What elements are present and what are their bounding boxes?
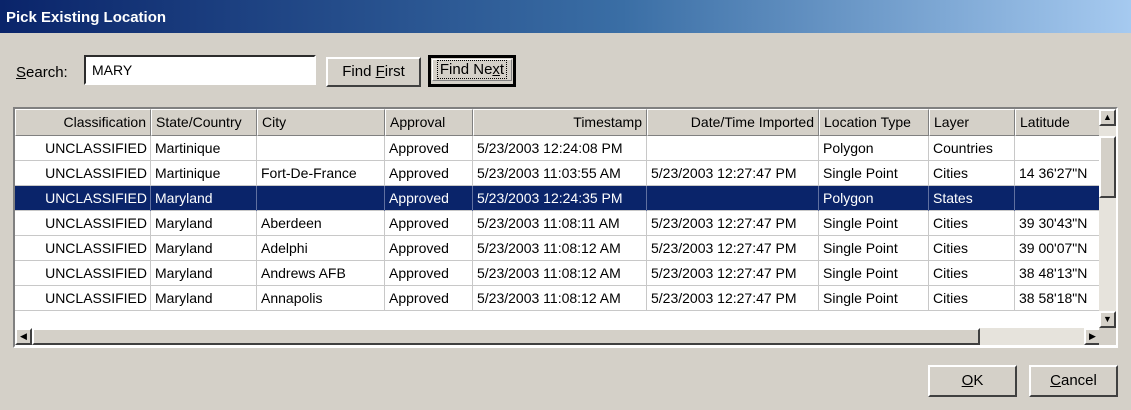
cell-latitude: 39 00'07"N xyxy=(1015,236,1101,261)
table-row[interactable]: UNCLASSIFIED Maryland Annapolis Approved 5/2… xyxy=(15,286,1101,311)
scrollbar-corner xyxy=(1099,328,1116,345)
cell-state-country: Martinique xyxy=(151,161,257,186)
cell-city: Andrews AFB xyxy=(257,261,385,286)
cell-classification: UNCLASSIFIED xyxy=(15,186,151,211)
column-header-approval[interactable]: Approval xyxy=(385,109,473,136)
cell-layer: Cities xyxy=(929,236,1015,261)
cell-city: Aberdeen xyxy=(257,211,385,236)
cell-approval: Approved xyxy=(385,186,473,211)
cell-location-type: Single Point xyxy=(819,236,929,261)
cancel-button[interactable]: Cancel xyxy=(1029,365,1118,397)
cell-state-country: Maryland xyxy=(151,261,257,286)
cell-classification: UNCLASSIFIED xyxy=(15,261,151,286)
cell-location-type: Single Point xyxy=(819,211,929,236)
cell-city: Adelphi xyxy=(257,236,385,261)
cell-layer: States xyxy=(929,186,1015,211)
cell-timestamp: 5/23/2003 11:08:12 AM xyxy=(473,286,647,311)
cell-state-country: Maryland xyxy=(151,186,257,211)
cell-city: Annapolis xyxy=(257,286,385,311)
table-row[interactable]: UNCLASSIFIED Maryland Aberdeen Approved 5/23… xyxy=(15,211,1101,236)
cell-state-country: Maryland xyxy=(151,236,257,261)
cell-layer: Cities xyxy=(929,161,1015,186)
column-header-classification[interactable]: Classification xyxy=(15,109,151,136)
cell-location-type: Single Point xyxy=(819,261,929,286)
cell-timestamp: 5/23/2003 11:08:12 AM xyxy=(473,236,647,261)
cell-timestamp: 5/23/2003 12:24:35 PM xyxy=(473,186,647,211)
vertical-scrollbar[interactable]: ▲ ▼ xyxy=(1099,109,1116,328)
cell-state-country: Martinique xyxy=(151,136,257,161)
scroll-left-icon[interactable]: ◀ xyxy=(15,328,32,345)
cell-date-imported: 5/23/2003 12:27:47 PM xyxy=(647,211,819,236)
cell-location-type: Single Point xyxy=(819,161,929,186)
find-first-button[interactable]: Find First xyxy=(326,57,421,87)
column-header-location-type[interactable]: Location Type xyxy=(819,109,929,136)
column-header-date-imported[interactable]: Date/Time Imported xyxy=(647,109,819,136)
cell-approval: Approved xyxy=(385,286,473,311)
cell-date-imported xyxy=(647,136,819,161)
scroll-up-icon[interactable]: ▲ xyxy=(1099,109,1116,126)
column-header-city[interactable]: City xyxy=(257,109,385,136)
cell-classification: UNCLASSIFIED xyxy=(15,236,151,261)
column-header-state-country[interactable]: State/Country xyxy=(151,109,257,136)
cell-approval: Approved xyxy=(385,211,473,236)
cell-location-type: Single Point xyxy=(819,286,929,311)
cell-approval: Approved xyxy=(385,161,473,186)
cell-date-imported xyxy=(647,186,819,211)
table-row[interactable]: UNCLASSIFIED Maryland Approved 5/23/2003 12… xyxy=(15,186,1101,211)
table-row[interactable]: UNCLASSIFIED Maryland Andrews AFB Approved 5… xyxy=(15,261,1101,286)
cell-layer: Cities xyxy=(929,286,1015,311)
cell-city xyxy=(257,186,385,211)
cell-classification: UNCLASSIFIED xyxy=(15,286,151,311)
cell-city: Fort-De-France xyxy=(257,161,385,186)
find-next-button[interactable]: Find Next xyxy=(428,55,516,87)
search-label: Search: xyxy=(16,64,68,81)
column-header-latitude[interactable]: Latitude xyxy=(1015,109,1101,136)
cell-state-country: Maryland xyxy=(151,286,257,311)
cell-latitude: 38 58'18"N xyxy=(1015,286,1101,311)
grid-header: Classification State/Country City Approval T… xyxy=(15,109,1101,136)
cell-layer: Cities xyxy=(929,261,1015,286)
cell-timestamp: 5/23/2003 11:08:12 AM xyxy=(473,261,647,286)
cell-layer: Countries xyxy=(929,136,1015,161)
table-row[interactable]: UNCLASSIFIED Martinique Fort-De-France Appr… xyxy=(15,161,1101,186)
cell-latitude xyxy=(1015,136,1101,161)
cell-approval: Approved xyxy=(385,136,473,161)
cell-classification: UNCLASSIFIED xyxy=(15,161,151,186)
ok-button[interactable]: OK xyxy=(928,365,1017,397)
cell-classification: UNCLASSIFIED xyxy=(15,136,151,161)
cell-location-type: Polygon xyxy=(819,186,929,211)
horizontal-scroll-thumb[interactable] xyxy=(32,328,980,345)
column-header-layer[interactable]: Layer xyxy=(929,109,1015,136)
cell-timestamp: 5/23/2003 12:24:08 PM xyxy=(473,136,647,161)
cell-date-imported: 5/23/2003 12:27:47 PM xyxy=(647,161,819,186)
window-title-bar[interactable]: Pick Existing Location xyxy=(0,0,1131,33)
cell-date-imported: 5/23/2003 12:27:47 PM xyxy=(647,286,819,311)
cell-approval: Approved xyxy=(385,261,473,286)
vertical-scroll-thumb[interactable] xyxy=(1099,136,1116,198)
cell-latitude xyxy=(1015,186,1101,211)
scroll-down-icon[interactable]: ▼ xyxy=(1099,311,1116,328)
cell-approval: Approved xyxy=(385,236,473,261)
cell-state-country: Maryland xyxy=(151,211,257,236)
cell-timestamp: 5/23/2003 11:08:11 AM xyxy=(473,211,647,236)
cell-latitude: 14 36'27"N xyxy=(1015,161,1101,186)
location-grid[interactable]: Classification State/Country City Approval T… xyxy=(13,107,1118,348)
cell-classification: UNCLASSIFIED xyxy=(15,211,151,236)
table-row[interactable]: UNCLASSIFIED Maryland Adelphi Approved 5/23/… xyxy=(15,236,1101,261)
cell-layer: Cities xyxy=(929,211,1015,236)
window-title: Pick Existing Location xyxy=(6,9,167,26)
cell-timestamp: 5/23/2003 11:03:55 AM xyxy=(473,161,647,186)
search-input[interactable] xyxy=(84,55,316,85)
horizontal-scrollbar[interactable]: ◀ ▶ xyxy=(15,328,1101,345)
column-header-timestamp[interactable]: Timestamp xyxy=(473,109,647,136)
cell-latitude: 38 48'13"N xyxy=(1015,261,1101,286)
cell-latitude: 39 30'43"N xyxy=(1015,211,1101,236)
grid-body[interactable]: UNCLASSIFIED Martinique Approved 5/23/2003 … xyxy=(15,136,1101,311)
cell-date-imported: 5/23/2003 12:27:47 PM xyxy=(647,261,819,286)
table-row[interactable]: UNCLASSIFIED Martinique Approved 5/23/2003 … xyxy=(15,136,1101,161)
cell-city xyxy=(257,136,385,161)
cell-date-imported: 5/23/2003 12:27:47 PM xyxy=(647,236,819,261)
cell-location-type: Polygon xyxy=(819,136,929,161)
